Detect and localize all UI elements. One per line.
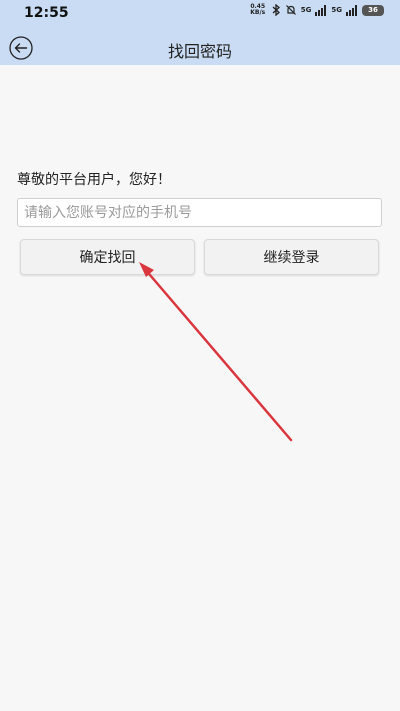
phone-number-input[interactable]	[17, 198, 382, 227]
continue-login-button[interactable]: 继续登录	[204, 239, 379, 275]
net-speed-unit: KB/s	[250, 9, 266, 16]
greeting-text: 尊敬的平台用户，您好！	[17, 172, 171, 188]
network-type-2: 5G	[331, 6, 342, 14]
status-icons: 0.45 KB/s 5G 5G 36	[249, 4, 384, 16]
status-time: 12:55	[24, 5, 69, 21]
net-speed: 0.45 KB/s	[249, 4, 267, 16]
annotation-arrow	[139, 262, 293, 442]
battery-icon: 36	[362, 4, 384, 16]
confirm-recover-button[interactable]: 确定找回	[20, 239, 195, 275]
mute-bell-icon	[285, 5, 296, 15]
network-type-1: 5G	[300, 6, 312, 14]
status-bar: 12:55 0.45 KB/s 5G 5G 36	[0, 0, 400, 28]
page-title: 找回密码	[167, 42, 232, 61]
app-header: 12:55 0.45 KB/s 5G 5G 36 找回密码	[0, 0, 400, 65]
bluetooth-icon	[272, 4, 280, 16]
signal-icon	[346, 4, 358, 16]
signal-icon	[315, 4, 327, 16]
